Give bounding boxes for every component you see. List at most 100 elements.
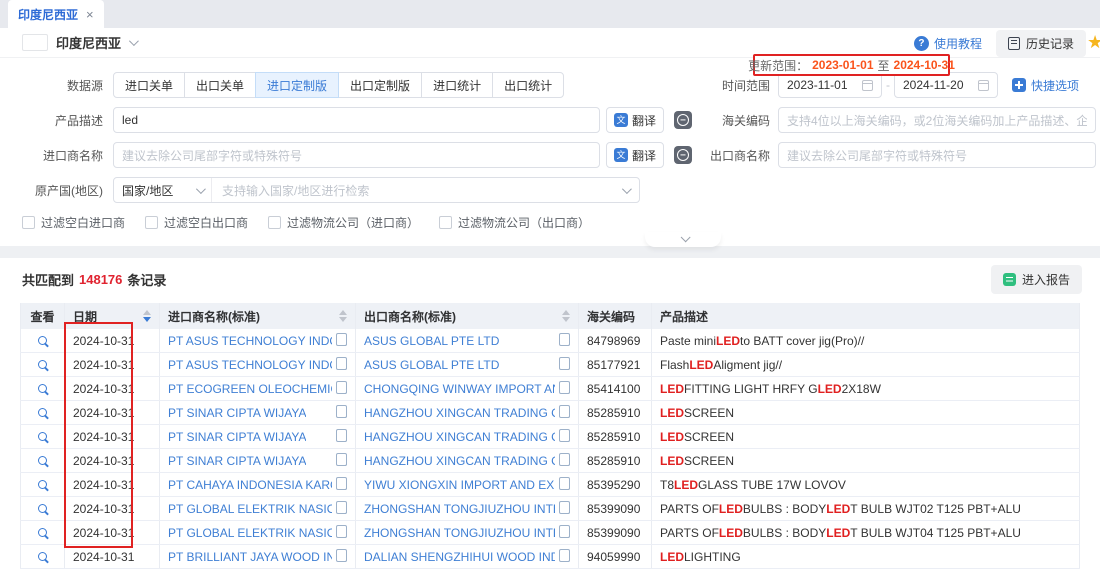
importer-link[interactable]: PT ASUS TECHNOLOGY INDONESIA BA... <box>168 358 332 372</box>
filter-checkbox[interactable]: 过滤空白出口商 <box>145 214 248 231</box>
enter-report-button[interactable]: 进入报告 <box>991 265 1082 294</box>
history-button[interactable]: 历史记录 <box>996 30 1086 57</box>
data-source-tab[interactable]: 进口关单 <box>113 72 185 98</box>
checkbox-label: 过滤空白出口商 <box>164 214 248 231</box>
data-source-tab[interactable]: 进口定制版 <box>255 72 339 98</box>
copy-icon[interactable] <box>338 431 347 442</box>
importer-link[interactable]: PT GLOBAL ELEKTRIK NASIONAL <box>168 502 332 516</box>
quick-options-link[interactable]: 快捷选项 <box>1012 77 1079 94</box>
data-source-tab[interactable]: 进口统计 <box>421 72 493 98</box>
exporter-link[interactable]: CHONGQING WINWAY IMPORT AND E... <box>364 382 555 396</box>
origin-search-input[interactable]: 支持输入国家/地区进行检索 <box>212 182 639 199</box>
origin-select[interactable]: 国家/地区 <box>114 178 212 202</box>
copy-icon[interactable] <box>561 407 570 418</box>
column-header[interactable]: 日期 <box>65 303 160 329</box>
sort-icon[interactable] <box>562 310 570 322</box>
view-magnifier-icon[interactable] <box>38 480 47 489</box>
view-magnifier-icon[interactable] <box>38 336 47 345</box>
copy-icon[interactable] <box>561 431 570 442</box>
exporter-link[interactable]: HANGZHOU XINGCAN TRADING CO LTD <box>364 430 555 444</box>
country-name: 印度尼西亚 <box>56 33 121 52</box>
copy-icon[interactable] <box>561 527 570 538</box>
column-header-label: 查看 <box>30 308 54 325</box>
checkbox-icon[interactable] <box>145 216 158 229</box>
exporter-link[interactable]: YIWU XIONGXIN IMPORT AND EXPORT... <box>364 478 555 492</box>
country-selector[interactable]: 印度尼西亚 <box>22 33 136 52</box>
country-tab[interactable]: 印度尼西亚 × <box>8 0 104 28</box>
copy-icon[interactable] <box>338 551 347 562</box>
importer-link[interactable]: PT CAHAYA INDONESIA KARGO <box>168 478 332 492</box>
sort-icon[interactable] <box>143 310 151 322</box>
view-magnifier-icon[interactable] <box>38 504 47 513</box>
exporter-link[interactable]: ASUS GLOBAL PTE LTD <box>364 334 499 348</box>
copy-icon[interactable] <box>561 359 570 370</box>
importer-input[interactable]: 建议去除公司尾部字符或特殊符号 <box>113 142 600 168</box>
column-header[interactable]: 进口商名称(标准) <box>160 303 356 329</box>
data-source-tab[interactable]: 出口关单 <box>184 72 256 98</box>
copy-icon[interactable] <box>338 527 347 538</box>
sort-icon[interactable] <box>339 310 347 322</box>
product-desc-input[interactable]: led <box>113 107 600 133</box>
importer-link[interactable]: PT ASUS TECHNOLOGY INDONESIA BA... <box>168 334 332 348</box>
hs-code-input[interactable]: 支持4位以上海关编码，或2位海关编码加上产品描述、企业名称的任意信息 <box>778 107 1096 133</box>
importer-link[interactable]: PT SINAR CIPTA WIJAYA <box>168 430 306 444</box>
copy-icon[interactable] <box>338 359 347 370</box>
copy-icon[interactable] <box>561 383 570 394</box>
copy-icon[interactable] <box>338 503 347 514</box>
copy-icon[interactable] <box>338 335 347 346</box>
exporter-link[interactable]: ZHONGSHAN TONGJIUZHOU INTERNA... <box>364 526 555 540</box>
exporter-link[interactable]: HANGZHOU XINGCAN TRADING CO LTD <box>364 454 555 468</box>
column-header[interactable]: 出口商名称(标准) <box>356 303 579 329</box>
product-desc-value: led <box>122 113 138 127</box>
view-magnifier-icon[interactable] <box>38 456 47 465</box>
copy-icon[interactable] <box>561 503 570 514</box>
copy-icon[interactable] <box>338 455 347 466</box>
date-cell: 2024-10-31 <box>65 401 160 424</box>
copy-icon[interactable] <box>561 479 570 490</box>
exporter-input[interactable]: 建议去除公司尾部字符或特殊符号 <box>778 142 1096 168</box>
translate-icon: 文 <box>614 148 628 162</box>
exporter-link[interactable]: DALIAN SHENGZHIHUI WOOD INDUST... <box>364 550 555 564</box>
calendar-icon <box>862 80 873 91</box>
tutorial-link[interactable]: ? 使用教程 <box>914 35 982 52</box>
copy-icon[interactable] <box>338 383 347 394</box>
view-magnifier-icon[interactable] <box>38 408 47 417</box>
importer-link[interactable]: PT BRILLIANT JAYA WOOD INDUSTRY <box>168 550 332 564</box>
copy-icon[interactable] <box>338 407 347 418</box>
data-source-tab[interactable]: 出口定制版 <box>338 72 422 98</box>
importer-link[interactable]: PT SINAR CIPTA WIJAYA <box>168 454 306 468</box>
origin-placeholder: 支持输入国家/地区进行检索 <box>222 182 369 199</box>
hs-code-cell: 85395290 <box>579 473 652 496</box>
close-icon[interactable]: × <box>86 8 94 21</box>
history-label: 历史记录 <box>1026 35 1074 52</box>
view-magnifier-icon[interactable] <box>38 528 47 537</box>
view-magnifier-icon[interactable] <box>38 432 47 441</box>
view-magnifier-icon[interactable] <box>38 384 47 393</box>
copy-icon[interactable] <box>561 551 570 562</box>
data-source-tab[interactable]: 出口统计 <box>492 72 564 98</box>
importer-link[interactable]: PT SINAR CIPTA WIJAYA <box>168 406 306 420</box>
importer-link[interactable]: PT ECOGREEN OLEOCHEMICALS <box>168 382 332 396</box>
checkbox-icon[interactable] <box>22 216 35 229</box>
collapse-panel-handle[interactable] <box>645 232 721 247</box>
view-magnifier-icon[interactable] <box>38 360 47 369</box>
exporter-link[interactable]: ASUS GLOBAL PTE LTD <box>364 358 499 372</box>
copy-icon[interactable] <box>561 335 570 346</box>
filter-checkbox[interactable]: 过滤物流公司（出口商） <box>439 214 590 231</box>
date-cell: 2024-10-31 <box>65 497 160 520</box>
exporter-link[interactable]: HANGZHOU XINGCAN TRADING CO LTD <box>364 406 555 420</box>
exporter-link[interactable]: ZHONGSHAN TONGJIUZHOU INTERNA... <box>364 502 555 516</box>
copy-icon[interactable] <box>338 479 347 490</box>
origin-label: 原产国(地区) <box>0 182 103 199</box>
view-magnifier-icon[interactable] <box>38 552 47 561</box>
copy-icon[interactable] <box>561 455 570 466</box>
checkbox-icon[interactable] <box>439 216 452 229</box>
filter-checkbox[interactable]: 过滤物流公司（进口商） <box>268 214 419 231</box>
filter-checkbox[interactable]: 过滤空白进口商 <box>22 214 125 231</box>
product-desc-cell: LED SCREEN <box>652 401 1080 424</box>
checkbox-icon[interactable] <box>268 216 281 229</box>
date-cell: 2024-10-31 <box>65 353 160 376</box>
table-header-row: 查看日期进口商名称(标准)出口商名称(标准)海关编码产品描述 <box>20 303 1080 329</box>
importer-link[interactable]: PT GLOBAL ELEKTRIK NASIONAL <box>168 526 332 540</box>
star-icon[interactable]: ★ <box>1087 32 1100 53</box>
